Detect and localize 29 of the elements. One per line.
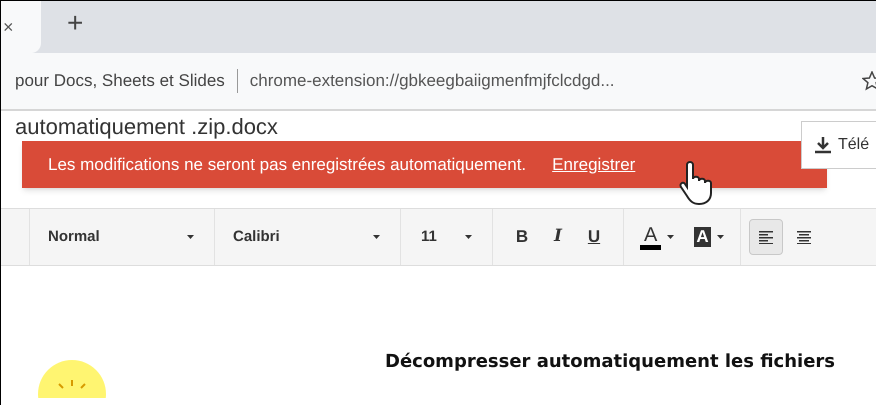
banner-message: Les modifications ne seront pas enregistrées automatiquement. (48, 154, 526, 176)
caret-icon (667, 235, 674, 239)
page-title: pour Docs, Sheets et Slides (15, 70, 225, 92)
url-text: chrome-extension://gbkeegbaiigmenfmjfclcdgd... (250, 70, 615, 92)
document-heading: Décompresser automatiquement les fichiers (385, 350, 836, 374)
align-left-icon (758, 230, 773, 244)
save-link[interactable]: Enregistrer (552, 152, 636, 178)
italic-button[interactable]: I (547, 223, 569, 251)
caret-icon (716, 235, 724, 239)
download-button[interactable]: Télé (801, 121, 876, 169)
style-dropdown[interactable]: Normal (29, 209, 215, 265)
underline-button[interactable]: U (583, 223, 605, 251)
font-size-dropdown[interactable]: 11 (401, 209, 493, 265)
new-tab-button[interactable]: + (67, 9, 84, 37)
close-tab-button[interactable]: × (3, 14, 14, 40)
star-icon[interactable] (862, 71, 876, 91)
bold-button[interactable]: B (511, 223, 533, 251)
address-bar[interactable]: pour Docs, Sheets et Slides chrome-extension://gbkeegbaiigmenfmjfclcdgd... (1, 53, 876, 111)
caret-icon (373, 235, 380, 239)
browser-tab[interactable]: × (1, 1, 41, 53)
caret-icon (187, 235, 194, 239)
text-color-button[interactable]: A (640, 224, 674, 250)
align-left-button[interactable] (748, 219, 783, 255)
download-icon (814, 136, 832, 154)
align-center-icon (796, 230, 811, 244)
font-dropdown[interactable]: Calibri (215, 209, 401, 265)
document-title[interactable]: automatiquement .zip.docx (15, 115, 278, 139)
sun-icon (37, 358, 107, 398)
caret-icon (465, 235, 472, 239)
